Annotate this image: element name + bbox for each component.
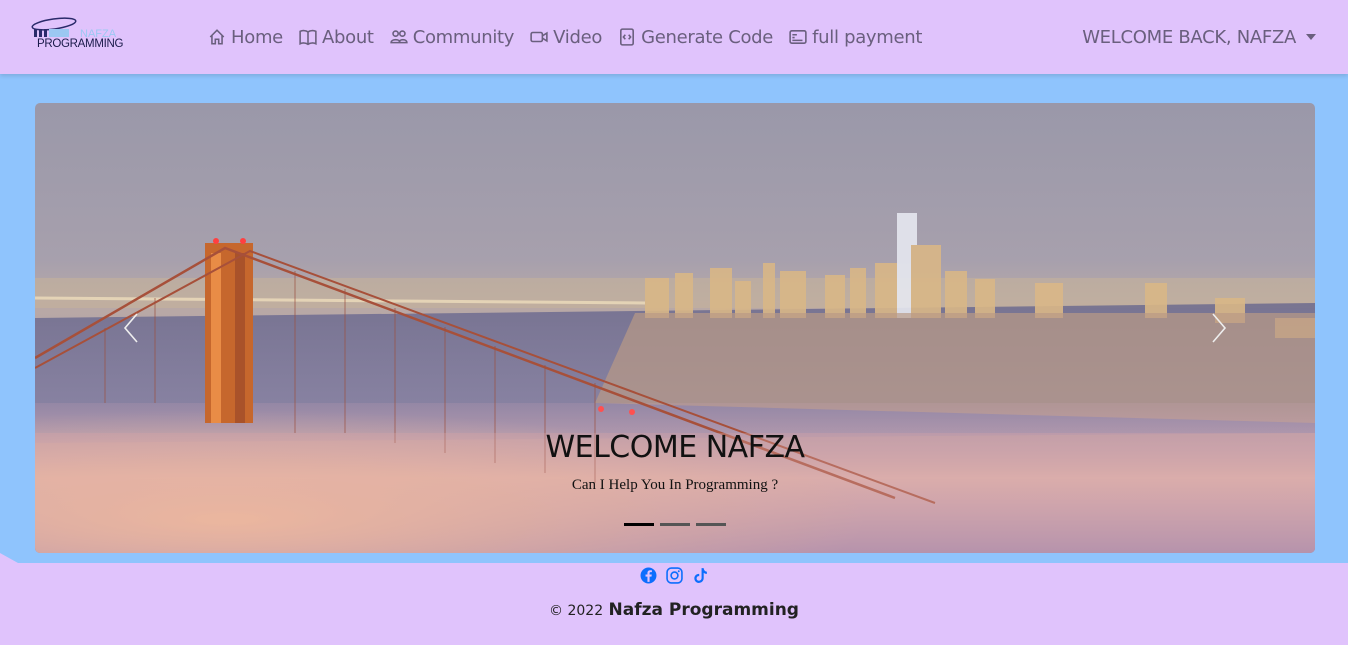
caret-down-icon: [1306, 34, 1316, 40]
nav-item-generate-code[interactable]: Generate Code: [618, 27, 773, 48]
nav-label-home: Home: [231, 26, 283, 48]
nav-item-video[interactable]: Video: [530, 27, 602, 48]
brand-logo[interactable]: NAFZA PROGRAMMING: [28, 16, 148, 52]
nav-label-community: Community: [412, 26, 515, 48]
navbar: NAFZA PROGRAMMING Home About Community V…: [0, 0, 1348, 74]
nav-item-home[interactable]: Home: [208, 27, 283, 48]
camera-video-icon: [530, 31, 548, 43]
carousel-indicator-2[interactable]: [660, 523, 690, 526]
carousel-indicator-3[interactable]: [696, 523, 726, 526]
carousel-next-button[interactable]: [1203, 308, 1233, 348]
carousel-prev-button[interactable]: [117, 308, 147, 348]
credit-card-icon: [789, 30, 807, 44]
user-menu-label: WELCOME BACK, NAFZA: [1082, 26, 1296, 48]
house-icon: [209, 29, 225, 45]
hero-carousel: WELCOME NAFZA Can I Help You In Programm…: [35, 103, 1315, 553]
footer: © 2022 Nafza Programming: [0, 553, 1348, 645]
nav-item-about[interactable]: About: [299, 27, 374, 48]
nav-label-generate-code: Generate Code: [641, 26, 774, 48]
chevron-left-icon: [123, 313, 138, 343]
people-icon: [390, 30, 408, 44]
user-dropdown[interactable]: WELCOME BACK, NAFZA: [1082, 0, 1316, 74]
copyright: © 2022 Nafza Programming: [0, 600, 1348, 620]
nav-label-about: About: [321, 26, 374, 48]
nav-label-full-payment: full payment: [812, 26, 923, 48]
social-links: [640, 567, 709, 584]
caption-title: WELCOME NAFZA: [545, 430, 805, 465]
tiktok-icon[interactable]: [692, 567, 709, 584]
copyright-brand-link[interactable]: Nafza Programming: [609, 600, 799, 620]
carousel-indicator-1[interactable]: [624, 523, 654, 526]
logo-text-bottom: PROGRAMMING: [37, 38, 124, 50]
facebook-icon[interactable]: [640, 567, 657, 584]
nav-item-community[interactable]: Community: [390, 27, 514, 48]
chevron-right-icon: [1212, 313, 1227, 343]
copyright-year: © 2022: [549, 603, 604, 619]
nav-menu: Home About Community Video Generate Code…: [208, 0, 938, 74]
nav-item-full-payment[interactable]: full payment: [789, 27, 922, 48]
caption-text: Can I Help You In Programming ?: [571, 477, 779, 493]
instagram-icon[interactable]: [666, 567, 683, 584]
carousel-indicators: [624, 523, 726, 526]
file-code-icon: [620, 28, 635, 46]
book-icon: [299, 29, 317, 46]
nav-label-video: Video: [553, 26, 603, 48]
